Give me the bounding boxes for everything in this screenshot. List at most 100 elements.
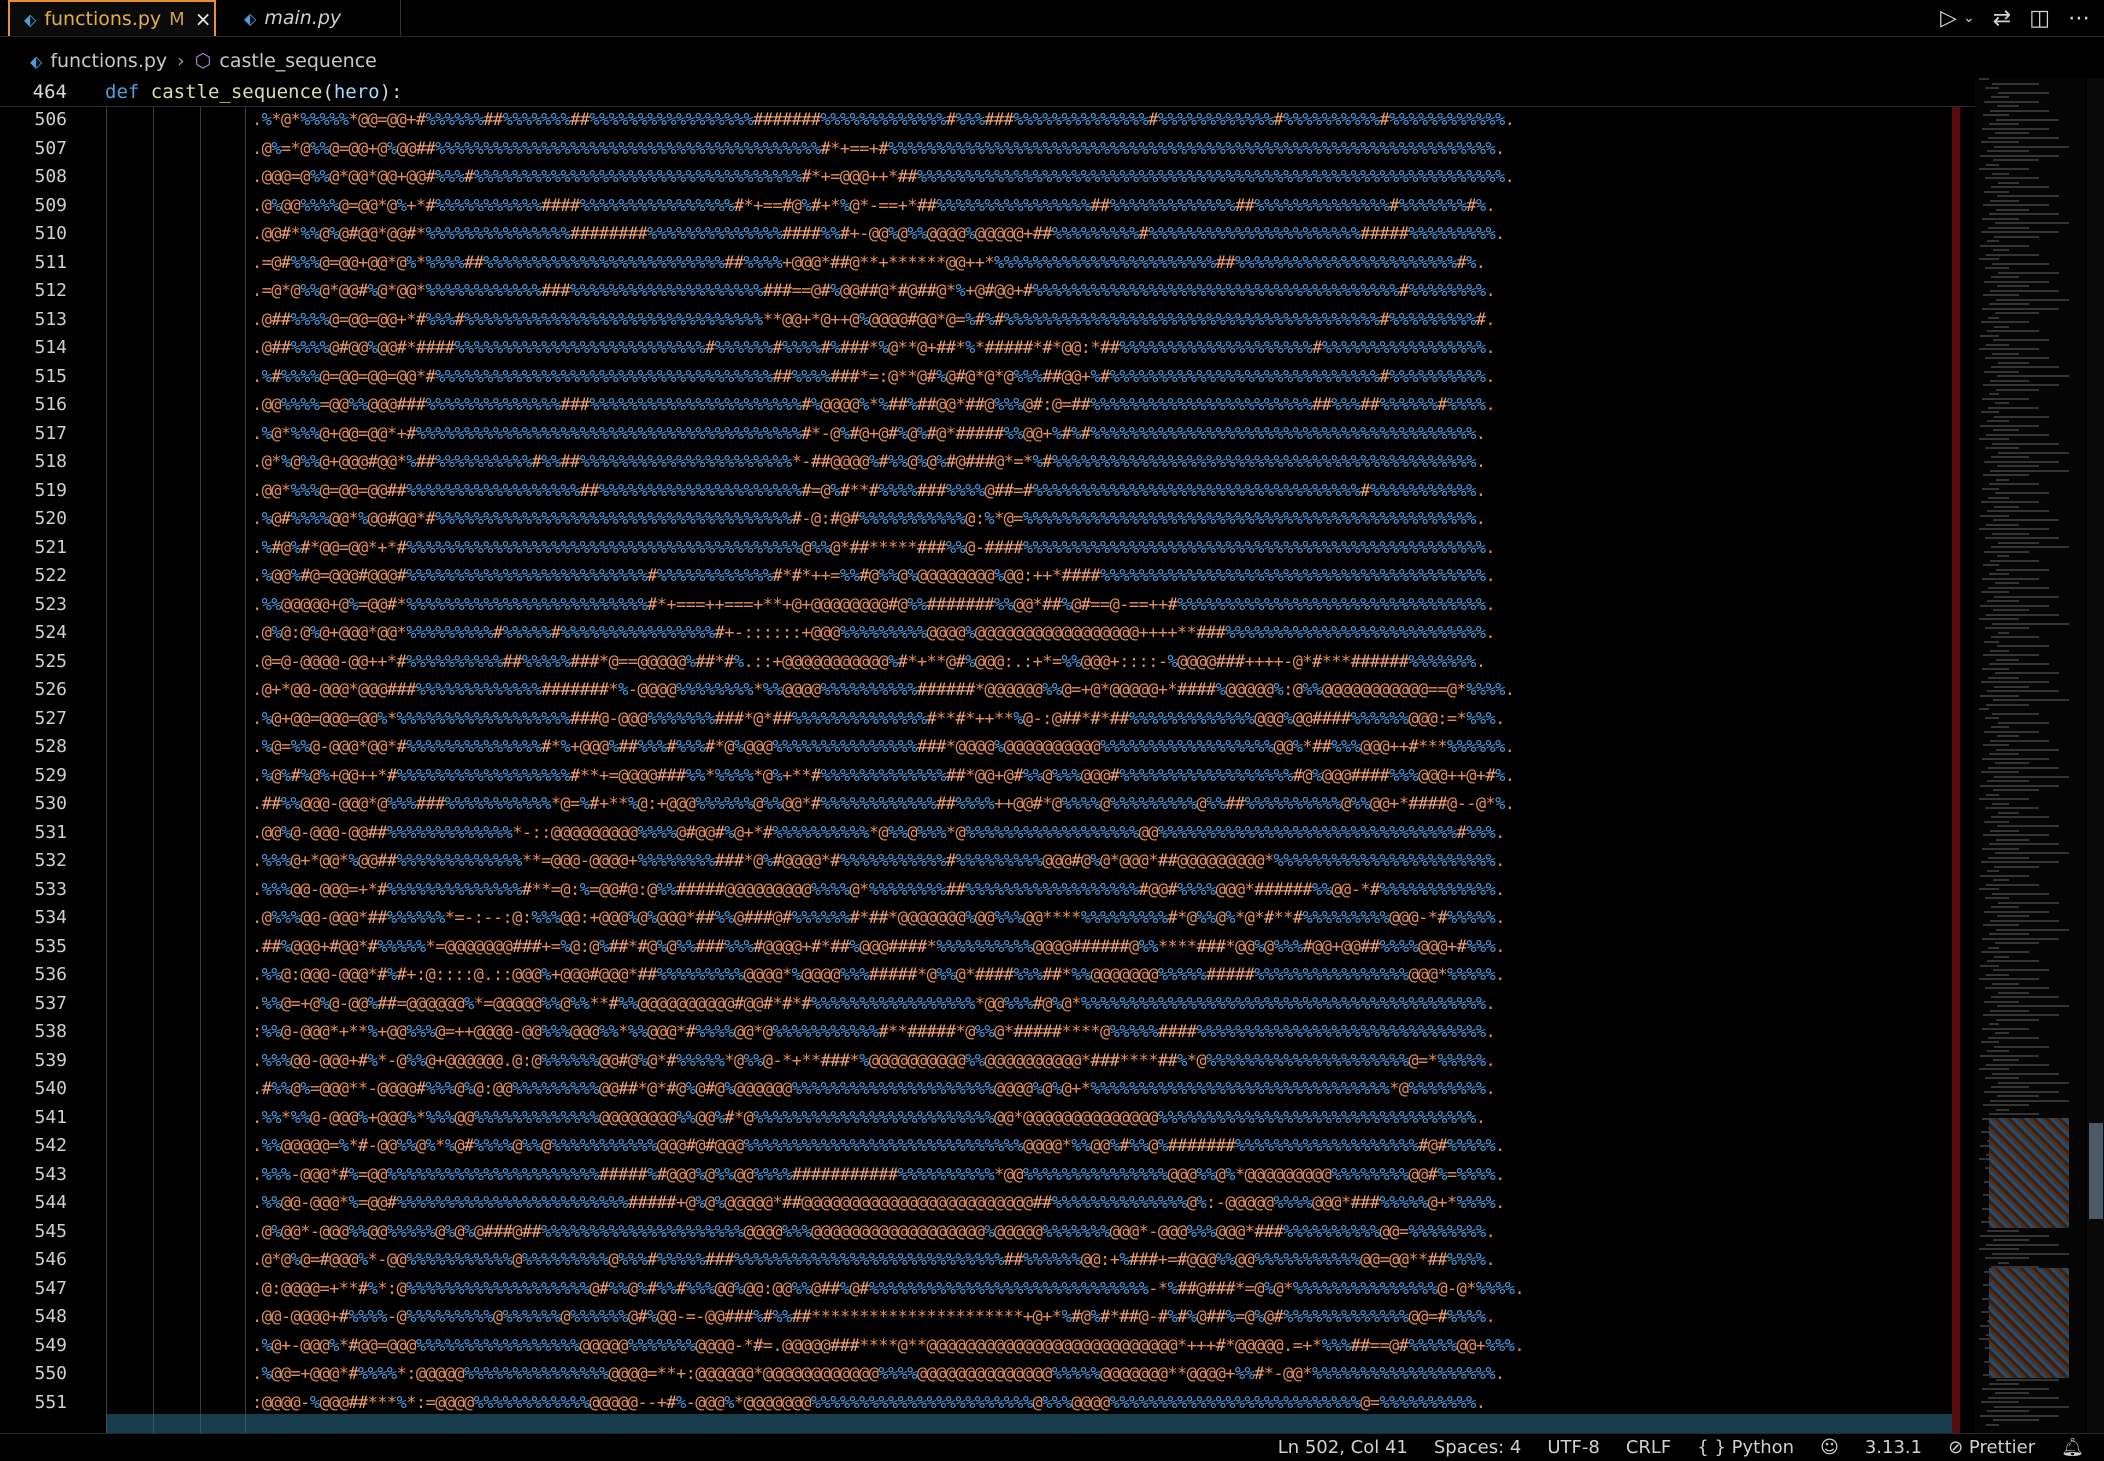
sticky-scroll-line[interactable]: 464 def castle_sequence(hero): [0, 78, 1975, 107]
end-of-line[interactable]: CRLF [1626, 1437, 1671, 1458]
code-line[interactable]: 508 .@@@=@%%@*@@*@@+@@#%%%#%%%%%%%%%%%%%%… [0, 163, 1975, 192]
minimap-line [1998, 811, 2019, 814]
tab-label: main.py [264, 7, 342, 29]
code-line[interactable]: 537 .%%@=+@%@-@@%##=@@@@@@%*=@@@@@%%@%%**… [0, 990, 1975, 1019]
code-line[interactable]: 528 .%@=%%@-@@@*@@*#%%%%%%%%%%%%%%#*%+@@@… [0, 733, 1975, 762]
code-line[interactable]: 518 .@*%@%%@+@@@#@@*%##%%%%%%%%%%#%%##%%%… [0, 448, 1975, 477]
line-number: 535 [34, 935, 67, 957]
bell-icon[interactable]: 🔔︎ [2061, 1437, 2084, 1458]
code-line[interactable]: 542 .%%@@@@@=%*#-@@%%@%*%@#%%%%@%%@%%%%%%… [0, 1132, 1975, 1161]
breadcrumb-file[interactable]: functions.py [50, 50, 167, 72]
code-text: .%%@@@@@=%*#-@@%%@%*%@#%%%%@%%@%%%%%%%%%… [252, 1136, 1505, 1156]
scrollbar-thumb[interactable] [2089, 1123, 2103, 1219]
prettier-icon: ⊘ [1948, 1437, 1964, 1458]
language-mode[interactable]: { } Python [1697, 1437, 1794, 1458]
code-line[interactable]: 549 .%@+-@@@%*#@@=@@@%%%%%%%%%%%%%%%%%@@@… [0, 1332, 1975, 1361]
code-line[interactable]: 541 .%%*%%@-@@@%+@@@%*%%%@@%%%%%%%%%%%%%@… [0, 1104, 1975, 1133]
code-line[interactable]: 527 .%@+@@=@@@=@@%*%%%%%%%%%%%%%%%%%%###@… [0, 705, 1975, 734]
code-line[interactable]: 545 .@%@@*-@@@%%@@%%%%%@%@%@###@##%%%%%%%… [0, 1218, 1975, 1247]
minimap-line [1994, 235, 2039, 238]
code-editor[interactable]: 464 def castle_sequence(hero): 506 .%*@*%… [0, 78, 2104, 1433]
code-line[interactable]: 529 .%@%#%@%+@@++*#%%%%%%%%%%%%%%%%%%#**+… [0, 762, 1975, 791]
braces-icon: { } [1697, 1437, 1726, 1458]
minimap-line [1992, 802, 2009, 805]
code-line[interactable]: 543 .%%%-@@@*#%=@@%%%%%%%%%%%%%%%%%%%%%%#… [0, 1161, 1975, 1190]
code-line[interactable]: 524 .@%@:@%@+@@@*@@*%%%%%%%%%#%%%%%#%%%%%… [0, 619, 1975, 648]
minimap-line [1981, 1401, 2019, 1403]
code-line[interactable]: 547 .@:@@@@=+**#%*:@%%%%%%%%%%%%%%%%%%%@#… [0, 1275, 1975, 1304]
code-line[interactable]: 535 .##%@@@+#@@*#%%%%%*=@@@@@@@###+=%@:@%… [0, 933, 1975, 962]
code-line[interactable]: 522 .%@@%#@=@@@#@@@#%%%%%%%%%%%%%%%%%%%%%… [0, 562, 1975, 591]
more-actions-icon[interactable]: ⋯ [2068, 6, 2090, 31]
minimap-line [1994, 415, 2049, 418]
code-line[interactable]: 510 .@@#*%%@%@#@@*@@#*%%%%%%%%%%%%%%%####… [0, 220, 1975, 249]
code-line[interactable]: 550 .%@@=+@@@*#%%%%*:@@@@@%%%%%%%%%%%%%%%… [0, 1360, 1975, 1389]
line-number: 523 [34, 593, 67, 615]
code-line[interactable]: 509 .@%@@%%%%@=@@*@%+*#%%%%%%%%%%%####%%%… [0, 192, 1975, 221]
minimap-line [1985, 177, 2039, 179]
code-line[interactable]: 548 .@@-@@@@+#%%%%-@%%%%%%%%%@%%%%%%@%%%%… [0, 1303, 1975, 1332]
code-line[interactable]: 531 .@@%@-@@@-@@##%%%%%%%%%%%%%*-::@@@@@@… [0, 819, 1975, 848]
code-lines[interactable]: 506 .%*@*%%%%%*@@=@@+#%%%%%%##%%%%%%%##%%… [0, 106, 1975, 1433]
code-line[interactable]: 544 .%%@@-@@@*%=@@#%%%%%%%%%%%%%%%%%%%%%%… [0, 1189, 1975, 1218]
code-line[interactable]: 519 .@@*%%%@=@@=@@##%%%%%%%%%%%%%%%%%%##%… [0, 477, 1975, 506]
tab-functions-py[interactable]: ⬖ functions.py M × [8, 0, 216, 36]
minimap-line [1997, 195, 2059, 197]
line-number: 512 [34, 280, 67, 301]
code-line[interactable]: 521 .%#@%#*@@=@@*+*#%%%%%%%%%%%%%%%%%%%%%… [0, 534, 1975, 563]
minimap-ascii-art-block [1989, 1118, 2069, 1228]
minimap-line [1988, 676, 2019, 679]
minimap-line [1994, 325, 2009, 328]
modified-indicator: M [169, 8, 185, 30]
compare-changes-icon[interactable]: ⇄ [1993, 6, 2011, 31]
code-line[interactable]: 514 .@##%%%%@#@@%@@#*####%%%%%%%%%%%%%%%%… [0, 334, 1975, 363]
prettier-status[interactable]: ⊘ Prettier [1948, 1437, 2035, 1458]
minimap-line [1998, 91, 2049, 94]
code-line[interactable]: 513 .@##%%%%@=@@=@@+*#%%%#%%%%%%%%%%%%%%%… [0, 306, 1975, 335]
minimap-line [1988, 766, 2059, 769]
tab-main-py[interactable]: ⬖ main.py [226, 0, 401, 36]
code-line[interactable]: 506 .%*@*%%%%%*@@=@@+#%%%%%%##%%%%%%%##%%… [0, 106, 1975, 135]
code-line[interactable]: 539 .%%%@@-@@@+#%*-@%%@+@@@@@@.@:@%%%%%%@… [0, 1047, 1975, 1076]
minimap-line [1991, 96, 2009, 98]
breadcrumb-symbol[interactable]: castle_sequence [219, 50, 376, 72]
code-text: .%@@%#@=@@@#@@@#%%%%%%%%%%%%%%%%%%%%%%%%… [252, 566, 1496, 586]
code-line[interactable]: 516 .@@%%%%=@@%%@@@###%%%%%%%%%%%%%%###%%… [0, 391, 1975, 420]
split-editor-icon[interactable]: ◫ [2029, 6, 2050, 31]
code-line[interactable]: 530 .##%%@@@-@@@*@%%%###%%%%%%%%%%%*@=%#+… [0, 790, 1975, 819]
python-version[interactable]: 3.13.1 [1865, 1437, 1922, 1458]
code-line[interactable]: 538:%%@-@@@*+**%+@@%%%@=++@@@@-@@%%%@@@%… [0, 1018, 1975, 1047]
code-line[interactable]: 517 .%@*%%%@+@@=@@*+#%%%%%%%%%%%%%%%%%%%%… [0, 420, 1975, 449]
indentation[interactable]: Spaces: 4 [1434, 1437, 1521, 1458]
code-line[interactable]: 512 .=@*@%%@*@@#%@*@@*%%%%%%%%%%%%###%%%%… [0, 277, 1975, 306]
chevron-down-icon[interactable]: ⌄ [1963, 10, 1975, 26]
code-line[interactable]: 540 .#%%@%=@@@**-@@@@#%%%@%@:@@%%%%%%%%%@… [0, 1075, 1975, 1104]
code-line[interactable]: 532 .%%%@+*@@*%@@##%%%%%%%%%%%%%**=@@@-@@… [0, 847, 1975, 876]
close-icon[interactable]: × [195, 7, 212, 31]
minimap-line [1984, 550, 2029, 553]
line-number: 544 [34, 1192, 67, 1213]
minimap-line [1996, 388, 2039, 391]
code-text: .@@*%%%@=@@=@@##%%%%%%%%%%%%%%%%%%##%%%%… [252, 480, 1486, 501]
code-line[interactable]: 525 .@=@-@@@@-@@++*#%%%%%%%%%%##%%%%%###*… [0, 648, 1975, 677]
line-number: 520 [34, 508, 67, 529]
cursor-position[interactable]: Ln 502, Col 41 [1278, 1437, 1408, 1458]
code-line[interactable]: 520 .%@#%%%%@@*%@@#@@*#%%%%%%%%%%%%%%%%%%… [0, 505, 1975, 534]
code-line[interactable]: 523 .%%@@@@@+@%=@@#*%%%%%%%%%%%%%%%%%%%%%… [0, 591, 1975, 620]
minimap[interactable] [1975, 78, 2085, 1433]
run-icon[interactable]: ▷ [1940, 6, 1957, 31]
code-line[interactable]: 533 .%%%@@-@@@=+*#%%%%%%%%%%%%%%#**=@:%=@… [0, 876, 1975, 905]
code-line[interactable]: 551:@@@@-%@@@##***%*:=@@@@%%%%%%%%%%%%@@… [0, 1389, 1975, 1418]
copilot-icon[interactable]: ☺ [1820, 1437, 1839, 1458]
code-line[interactable]: 507 .@%=*@%%@=@@+@%@@##%%%%%%%%%%%%%%%%%%… [0, 135, 1975, 164]
code-line[interactable]: 534 .@%%%@@-@@@*##%%%%%%*=-:--:@:%%%@@:+@… [0, 904, 1975, 933]
code-line[interactable]: 511 .=@#%%%@=@@+@@*@%*%%%%##%%%%%%%%%%%%%… [0, 249, 1975, 278]
code-text: .@@-@@@@+#%%%%-@%%%%%%%%%@%%%%%%@%%%%%%@… [252, 1307, 1496, 1327]
code-line[interactable]: 526 .@+*@@-@@@*@@@###%%%%%%%%%%%%%#######… [0, 676, 1975, 705]
vertical-scrollbar[interactable] [2087, 78, 2104, 1433]
encoding[interactable]: UTF-8 [1547, 1437, 1599, 1458]
code-line[interactable]: 546 .@*@%@=#@@@%*-@@%%%%%%%%%%%@%%%%%%%%%… [0, 1246, 1975, 1275]
line-number: 516 [34, 394, 67, 415]
code-line[interactable]: 536 .%%@:@@@-@@@*#%#+:@::::@.::@@@%+@@@#@… [0, 961, 1975, 990]
code-line[interactable]: 515 .%#%%%%@=@@=@@=@@*#%%%%%%%%%%%%%%%%%%… [0, 363, 1975, 392]
